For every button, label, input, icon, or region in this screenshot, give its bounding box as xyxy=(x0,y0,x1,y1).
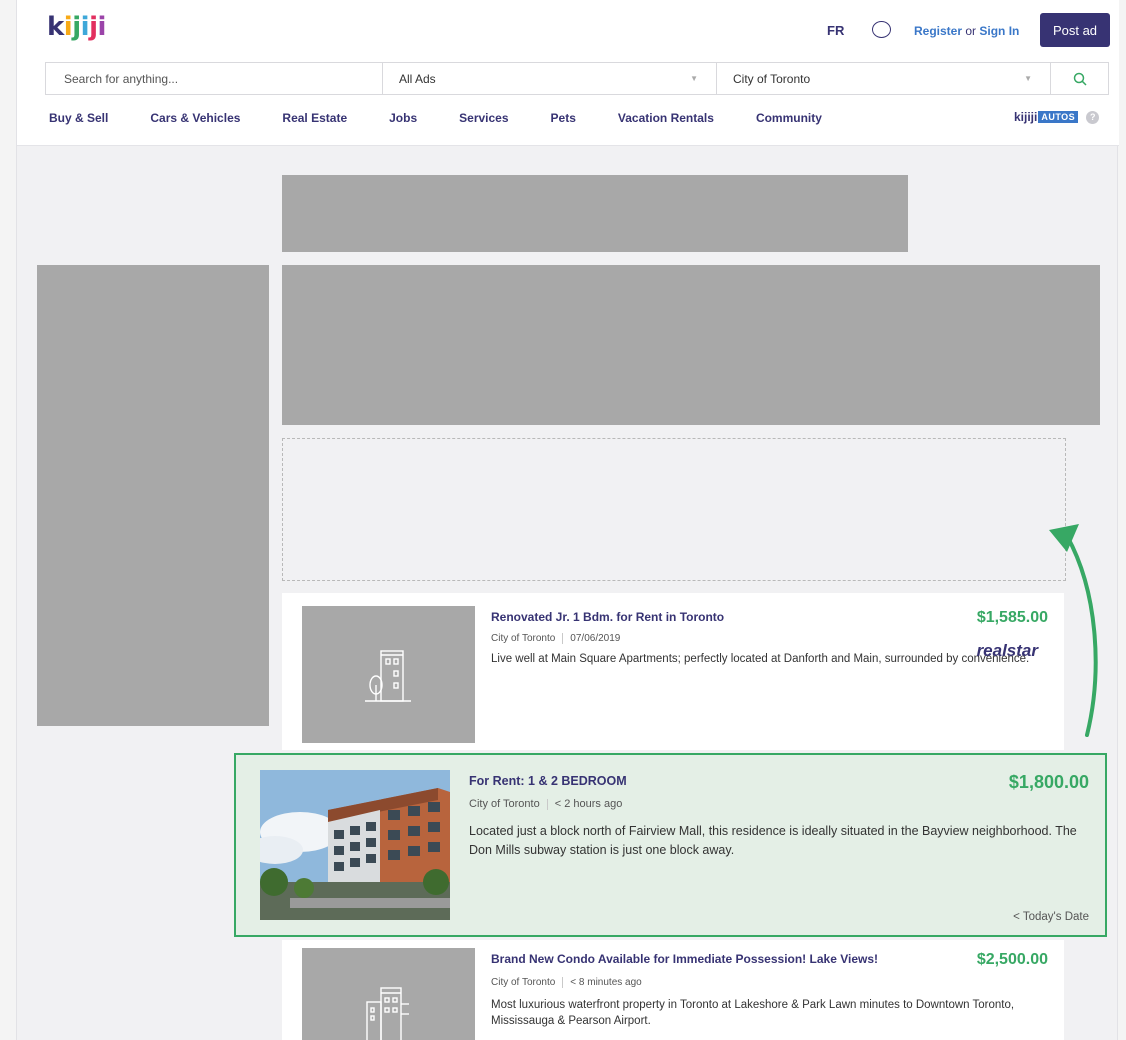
listing-date: 07/06/2019 xyxy=(570,633,621,644)
post-ad-button[interactable]: Post ad xyxy=(1040,13,1110,47)
ad-placeholder-banner xyxy=(282,265,1100,425)
advertiser-logo: realstar xyxy=(976,641,1038,660)
header: kijiji FR Register or Sign In Post ad Al… xyxy=(17,0,1119,146)
chevron-down-icon: ▼ xyxy=(1024,74,1032,83)
language-toggle[interactable]: FR xyxy=(827,23,844,38)
location-select[interactable]: City of Toronto ▼ xyxy=(716,63,1050,94)
search-input[interactable] xyxy=(46,63,382,94)
sign-in-link[interactable]: Sign In xyxy=(979,24,1019,38)
building-photo-icon xyxy=(260,770,450,920)
listing-date: < 2 hours ago xyxy=(554,798,623,810)
listing-location: City of Toronto xyxy=(491,977,556,988)
listing-card[interactable]: Brand New Condo Available for Immediate … xyxy=(282,940,1064,1040)
register-link[interactable]: Register xyxy=(914,24,962,38)
listing-description: Most luxurious waterfront property in To… xyxy=(491,999,1015,1027)
nav-item-jobs[interactable]: Jobs xyxy=(389,111,417,125)
listing-title[interactable]: Brand New Condo Available for Immediate … xyxy=(491,952,878,966)
nav-item-services[interactable]: Services xyxy=(459,111,508,125)
listing-price: $1,585.00 xyxy=(976,609,1048,626)
listing-price: $2,500.00 xyxy=(976,951,1048,968)
help-icon[interactable]: ? xyxy=(1086,110,1100,124)
listing-thumbnail xyxy=(302,948,475,1040)
search-bar: All Ads ▼ City of Toronto ▼ xyxy=(45,62,1109,95)
ad-placeholder-left xyxy=(37,265,269,726)
category-value: All Ads xyxy=(399,71,436,86)
nav-item-buy-sell[interactable]: Buy & Sell xyxy=(49,111,108,125)
autos-brand: kijiji xyxy=(1014,110,1038,124)
chevron-down-icon: ▼ xyxy=(690,74,698,83)
search-button[interactable] xyxy=(1050,63,1108,94)
listing-meta: City of Toronto 07/06/2019 xyxy=(491,633,620,644)
listing-meta: City of Toronto < 8 minutes ago xyxy=(491,977,642,988)
posted-date-label: < Today's Date xyxy=(1013,911,1089,923)
nav-item-pets[interactable]: Pets xyxy=(551,111,576,125)
featured-listing-card[interactable]: For Rent: 1 & 2 BEDROOM City of Toronto … xyxy=(234,753,1107,937)
empty-slot xyxy=(282,438,1066,581)
chat-icon[interactable] xyxy=(872,21,891,38)
arrow-up-icon xyxy=(1049,524,1098,737)
category-nav: Buy & Sell Cars & Vehicles Real Estate J… xyxy=(49,111,864,125)
divider xyxy=(562,977,564,988)
listing-title[interactable]: For Rent: 1 & 2 BEDROOM xyxy=(469,774,627,788)
auth-links: Register or Sign In xyxy=(914,24,1019,38)
location-value: City of Toronto xyxy=(733,71,811,86)
kijiji-autos-link[interactable]: kijiji AUTOS ? xyxy=(1014,110,1100,124)
ad-placeholder-top xyxy=(282,175,908,252)
listing-price: $1,800.00 xyxy=(1008,772,1089,792)
kijiji-logo[interactable]: kijiji xyxy=(47,12,106,42)
listing-thumbnail xyxy=(302,606,475,743)
listing-meta: City of Toronto < 2 hours ago xyxy=(469,798,622,810)
divider xyxy=(562,633,564,644)
category-select[interactable]: All Ads ▼ xyxy=(382,63,716,94)
nav-item-vacation-rentals[interactable]: Vacation Rentals xyxy=(618,111,714,125)
nav-item-community[interactable]: Community xyxy=(756,111,822,125)
nav-item-real-estate[interactable]: Real Estate xyxy=(282,111,347,125)
listing-location: City of Toronto xyxy=(491,633,556,644)
listing-location: City of Toronto xyxy=(469,798,540,810)
listing-title[interactable]: Renovated Jr. 1 Bdm. for Rent in Toronto xyxy=(491,610,724,624)
listing-photo xyxy=(260,770,450,920)
apartment-building-icon xyxy=(365,987,409,1040)
listing-description: Live well at Main Square Apartments; per… xyxy=(491,653,1030,665)
or-text: or xyxy=(965,24,977,38)
autos-badge: AUTOS xyxy=(1038,111,1079,123)
listing-description: Located just a block north of Fairview M… xyxy=(469,824,1077,857)
search-icon xyxy=(1073,72,1087,86)
listing-card[interactable]: Renovated Jr. 1 Bdm. for Rent in Toronto… xyxy=(282,593,1064,750)
building-icon xyxy=(364,649,411,702)
divider xyxy=(546,798,548,810)
nav-item-cars-vehicles[interactable]: Cars & Vehicles xyxy=(150,111,240,125)
listing-date: < 8 minutes ago xyxy=(570,977,642,988)
